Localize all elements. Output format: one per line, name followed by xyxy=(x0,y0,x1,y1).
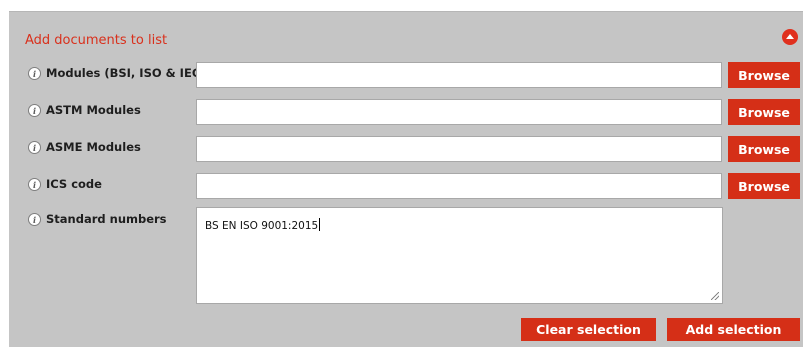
astm-modules-label: ASTM Modules xyxy=(46,103,141,117)
standard-numbers-textarea[interactable]: BS EN ISO 9001:2015 xyxy=(196,207,723,304)
info-icon[interactable]: i xyxy=(28,67,41,80)
astm-browse-button[interactable]: Browse xyxy=(728,99,800,125)
text-caret xyxy=(319,218,321,231)
standard-numbers-value: BS EN ISO 9001:2015 xyxy=(205,220,319,232)
ics-browse-button[interactable]: Browse xyxy=(728,173,800,199)
info-icon[interactable]: i xyxy=(28,141,41,154)
clear-selection-button[interactable]: Clear selection xyxy=(521,318,656,341)
asme-modules-input[interactable] xyxy=(196,136,722,162)
collapse-up-icon[interactable] xyxy=(782,29,798,45)
modules-browse-button[interactable]: Browse xyxy=(728,62,800,88)
asme-browse-button[interactable]: Browse xyxy=(728,136,800,162)
modules-input[interactable] xyxy=(196,62,722,88)
standard-numbers-label: Standard numbers xyxy=(46,212,167,226)
modules-label: Modules (BSI, ISO & IEC) xyxy=(46,66,206,80)
astm-modules-input[interactable] xyxy=(196,99,722,125)
info-icon[interactable]: i xyxy=(28,178,41,191)
ics-code-label: ICS code xyxy=(46,177,102,191)
add-documents-panel: Add documents to list i Modules (BSI, IS… xyxy=(9,11,803,347)
info-icon[interactable]: i xyxy=(28,213,41,226)
panel-title: Add documents to list xyxy=(25,33,168,48)
ics-code-input[interactable] xyxy=(196,173,722,199)
info-icon[interactable]: i xyxy=(28,104,41,117)
resize-grip-icon[interactable] xyxy=(711,292,719,300)
add-selection-button[interactable]: Add selection xyxy=(667,318,800,341)
asme-modules-label: ASME Modules xyxy=(46,140,141,154)
